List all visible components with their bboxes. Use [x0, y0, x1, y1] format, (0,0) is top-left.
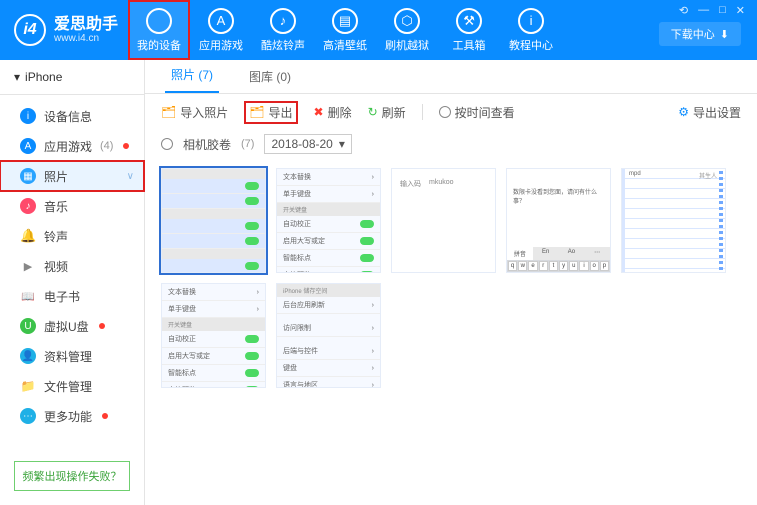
photo-thumb[interactable]: iPhone 储存空间 后台应用刷新› 访问限制› 后端与控件› 键盘› 语言与…: [276, 283, 381, 388]
photo-icon: ▦: [20, 168, 36, 184]
chevron-down-icon: ▾: [14, 70, 20, 84]
view-by-time-radio[interactable]: 按时间查看: [439, 104, 515, 121]
bell-icon: 🔔: [20, 228, 36, 244]
folder-icon: 📁: [20, 379, 36, 393]
download-icon: ⬇: [720, 28, 729, 41]
photo-thumb[interactable]: [161, 168, 266, 273]
divider: [422, 104, 423, 120]
sidebar-item-apps[interactable]: A 应用游戏 (4): [0, 131, 144, 161]
info-icon: i: [20, 108, 36, 124]
app-url: www.i4.cn: [54, 33, 118, 44]
sidebar-item-photos[interactable]: ▦ 照片 ∨: [0, 161, 144, 191]
nav-apps-games[interactable]: A 应用游戏: [190, 0, 252, 60]
sidebar-item-usb[interactable]: U 虚拟U盘: [0, 311, 144, 341]
tab-photos[interactable]: 照片 (7): [165, 58, 219, 93]
music-icon: ♪: [20, 198, 36, 214]
photo-thumb[interactable]: 文本替换› 单手键盘› 开关键盘 自动校正 启用大写或定 智能标点 字符预览: [161, 283, 266, 388]
badge-dot: [99, 323, 105, 329]
refresh-button[interactable]: ↻ 刷新: [368, 104, 406, 121]
export-settings-button[interactable]: ⚙ 导出设置: [678, 104, 741, 121]
wallpaper-icon: ▤: [332, 8, 358, 34]
export-button[interactable]: 🗂 导出: [244, 101, 297, 124]
app-icon: A: [20, 138, 36, 154]
app-icon: A: [208, 8, 234, 34]
nav-my-device[interactable]: 我的设备: [128, 0, 190, 60]
nav-toolbox[interactable]: ⚒ 工具箱: [438, 0, 500, 60]
photo-thumb[interactable]: mpd 其生人: [621, 168, 726, 273]
app-name: 爱思助手: [54, 16, 118, 34]
info-icon: i: [518, 8, 544, 34]
usb-icon: U: [20, 318, 36, 334]
app-logo: i4 爱思助手 www.i4.cn: [0, 14, 128, 46]
download-center-button[interactable]: 下载中心 ⬇: [659, 22, 741, 46]
sidebar-item-device-info[interactable]: i 设备信息: [0, 101, 144, 131]
book-icon: 📖: [20, 290, 36, 303]
maximize-button[interactable]: □: [719, 4, 726, 17]
sidebar-item-data[interactable]: 👤 资料管理: [0, 341, 144, 371]
radio-icon[interactable]: [161, 138, 173, 150]
logo-icon: i4: [14, 14, 46, 46]
box-icon: ⬡: [394, 8, 420, 34]
photo-thumb[interactable]: 输入码 mkukoo: [391, 168, 496, 273]
folder-in-icon: 🗂: [161, 105, 176, 119]
import-button[interactable]: 🗂 导入照片: [161, 104, 228, 121]
filter-row: 相机胶卷 (7) 2018-08-20 ▾: [145, 130, 757, 158]
sidebar-item-files[interactable]: 📁 文件管理: [0, 371, 144, 401]
nav-tutorials[interactable]: i 教程中心: [500, 0, 562, 60]
window-controls: ⟲ — □ ✕: [679, 4, 745, 17]
minimize-button[interactable]: —: [698, 4, 709, 17]
sidebar-item-ebooks[interactable]: 📖 电子书: [0, 281, 144, 311]
top-nav: 我的设备 A 应用游戏 ♪ 酷炫铃声 ▤ 高清壁纸 ⬡ 刷机越狱 ⚒ 工具箱 i…: [128, 0, 562, 60]
sidebar-item-ringtones[interactable]: 🔔 铃声: [0, 221, 144, 251]
video-icon: ▶: [20, 260, 36, 273]
close-button[interactable]: ✕: [736, 4, 745, 17]
delete-icon: ✖: [314, 105, 324, 119]
folder-out-icon: 🗂: [249, 105, 264, 119]
app-header: i4 爱思助手 www.i4.cn 我的设备 A 应用游戏 ♪ 酷炫铃声 ▤ 高…: [0, 0, 757, 60]
device-name: iPhone: [25, 70, 62, 84]
sidebar-item-videos[interactable]: ▶ 视频: [0, 251, 144, 281]
photo-thumb[interactable]: 数限卡没看到您面，请问有什么事？ 拼音 En Ao ⋯ qw er ty ui …: [506, 168, 611, 273]
more-icon: ⋯: [20, 408, 36, 424]
photo-grid: 文本替换› 单手键盘› 开关键盘 自动校正 启用大写或定 智能标点 字符预览 输…: [145, 158, 757, 505]
content-tabs: 照片 (7) 图库 (0): [145, 60, 757, 94]
chevron-down-icon: ∨: [127, 171, 134, 182]
badge-dot: [123, 143, 129, 149]
device-selector[interactable]: ▾ iPhone: [0, 60, 144, 95]
album-count: (7): [241, 138, 254, 150]
refresh-icon: ↻: [368, 105, 378, 119]
toolbar: 🗂 导入照片 🗂 导出 ✖ 删除 ↻ 刷新 按时间查看 ⚙ 导出: [145, 94, 757, 130]
radio-icon: [439, 106, 451, 118]
tab-library[interactable]: 图库 (0): [243, 60, 297, 93]
badge-dot: [102, 413, 108, 419]
gear-icon: ⚙: [678, 105, 689, 119]
nav-flash-jailbreak[interactable]: ⬡ 刷机越狱: [376, 0, 438, 60]
delete-button[interactable]: ✖ 删除: [314, 104, 352, 121]
main-panel: 照片 (7) 图库 (0) 🗂 导入照片 🗂 导出 ✖ 删除 ↻: [145, 60, 757, 505]
chevron-down-icon: ▾: [339, 137, 345, 151]
sidebar: ▾ iPhone i 设备信息 A 应用游戏 (4) ▦ 照片 ∨ ♪ 音乐: [0, 60, 145, 505]
apple-icon: [146, 8, 172, 34]
feedback-button[interactable]: ⟲: [679, 4, 688, 17]
nav-wallpapers[interactable]: ▤ 高清壁纸: [314, 0, 376, 60]
sidebar-item-music[interactable]: ♪ 音乐: [0, 191, 144, 221]
photo-thumb[interactable]: 文本替换› 单手键盘› 开关键盘 自动校正 启用大写或定 智能标点 字符预览: [276, 168, 381, 273]
music-note-icon: ♪: [270, 8, 296, 34]
nav-ringtones[interactable]: ♪ 酷炫铃声: [252, 0, 314, 60]
hammer-icon: ⚒: [456, 8, 482, 34]
album-name: 相机胶卷: [183, 136, 231, 153]
user-icon: 👤: [20, 348, 36, 364]
help-link[interactable]: 频繁出现操作失败？: [14, 461, 130, 491]
date-dropdown[interactable]: 2018-08-20 ▾: [264, 134, 351, 154]
sidebar-item-more[interactable]: ⋯ 更多功能: [0, 401, 144, 431]
